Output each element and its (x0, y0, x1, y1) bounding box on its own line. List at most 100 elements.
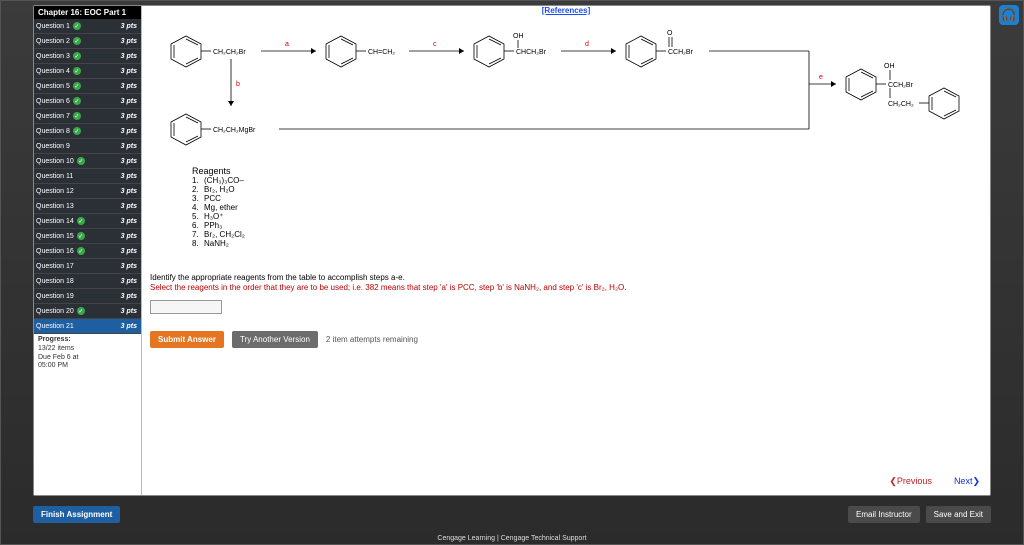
question-points: 3 pts (121, 323, 137, 330)
question-label: Question 7 (36, 113, 70, 120)
question-points: 3 pts (121, 98, 137, 105)
sidebar-item-question-19[interactable]: Question 19 3 pts (34, 289, 141, 304)
sidebar-item-question-12[interactable]: Question 123 pts (34, 184, 141, 199)
svg-text:OH: OH (884, 63, 895, 70)
question-label: Question 8 (36, 128, 70, 135)
question-points: 3 pts (121, 113, 137, 120)
question-label: Question 6 (36, 98, 70, 105)
question-points: 3 pts (121, 203, 137, 210)
question-points: 3 pts (121, 143, 137, 150)
svg-text:CH₂CH₂Br: CH₂CH₂Br (213, 49, 246, 56)
instruction-line1: Identify the appropriate reagents from t… (150, 273, 982, 283)
progress-title: Progress: (38, 336, 137, 345)
check-icon: ✓ (73, 37, 81, 45)
sidebar-item-question-9[interactable]: Question 93 pts (34, 139, 141, 154)
sidebar-item-question-16[interactable]: Question 16✓ 3 pts (34, 244, 141, 259)
sidebar-item-question-8[interactable]: Question 8✓ 3 pts (34, 124, 141, 139)
question-points: 3 pts (121, 83, 137, 90)
sidebar-item-question-15[interactable]: Question 15✓ 3 pts (34, 229, 141, 244)
sidebar-item-question-21[interactable]: Question 21 3 pts (34, 319, 141, 334)
reagent-item: PCC (192, 194, 245, 203)
reagent-item: (CH₃)₃CO– (192, 176, 245, 185)
svg-text:b: b (236, 81, 240, 88)
reagent-item: Mg, ether (192, 203, 245, 212)
question-main: [References] CH₂CH₂Br a (142, 6, 990, 495)
next-button[interactable]: Next❯ (954, 476, 980, 487)
submit-button[interactable]: Submit Answer (150, 331, 224, 348)
question-label: Question 15 (36, 233, 74, 240)
question-label: Question 18 (36, 278, 74, 285)
question-label: Question 12 (36, 188, 74, 195)
question-label: Question 3 (36, 53, 70, 60)
sidebar-item-question-20[interactable]: Question 20✓ 3 pts (34, 304, 141, 319)
question-label: Question 21 (36, 323, 74, 330)
progress-count: 13/22 items (38, 345, 137, 354)
previous-button[interactable]: ❮Previous (889, 476, 932, 487)
reagent-title: Reagents (192, 166, 245, 176)
check-icon: ✓ (73, 127, 81, 135)
sidebar-item-question-2[interactable]: Question 2✓3 pts (34, 34, 141, 49)
question-sidebar: Chapter 16: EOC Part 1 Question 1✓3 ptsQ… (34, 6, 142, 495)
question-points: 3 pts (121, 173, 137, 180)
sidebar-item-question-4[interactable]: Question 4✓3 pts (34, 64, 141, 79)
reaction-scheme: CH₂CH₂Br a CH=CH₂ c (150, 14, 982, 184)
question-points: 3 pts (121, 53, 137, 60)
assignment-panel: Chapter 16: EOC Part 1 Question 1✓3 ptsQ… (33, 5, 991, 496)
question-points: 3 pts (121, 23, 137, 30)
check-icon: ✓ (73, 52, 81, 60)
progress-due1: Due Feb 6 at (38, 354, 137, 363)
svg-text:CH₂CH₂MgBr: CH₂CH₂MgBr (213, 127, 256, 134)
question-points: 3 pts (121, 218, 137, 225)
finish-assignment-button[interactable]: Finish Assignment (33, 506, 120, 523)
question-label: Question 19 (36, 293, 74, 300)
reagent-item: PPh₃ (192, 221, 245, 230)
sidebar-item-question-5[interactable]: Question 5✓3 pts (34, 79, 141, 94)
question-points: 3 pts (121, 158, 137, 165)
svg-text:d: d (585, 41, 589, 48)
svg-text:CCH₂Br: CCH₂Br (668, 49, 694, 56)
save-exit-button[interactable]: Save and Exit (926, 506, 991, 523)
reagent-item: Br₂, CH₂Cl₂ (192, 230, 245, 239)
help-icon[interactable]: 🎧 (999, 5, 1019, 25)
reagent-item: NaNH₂ (192, 239, 245, 248)
sidebar-item-question-13[interactable]: Question 133 pts (34, 199, 141, 214)
sidebar-item-question-14[interactable]: Question 14✓3 pts (34, 214, 141, 229)
check-icon: ✓ (77, 232, 85, 240)
check-icon: ✓ (77, 247, 85, 255)
question-points: 3 pts (121, 293, 137, 300)
chapter-title: Chapter 16: EOC Part 1 (34, 6, 141, 19)
question-label: Question 16 (36, 248, 74, 255)
check-icon: ✓ (73, 67, 81, 75)
answer-input[interactable] (150, 300, 222, 314)
instructions: Identify the appropriate reagents from t… (150, 273, 982, 294)
check-icon: ✓ (77, 157, 85, 165)
question-points: 3 pts (121, 68, 137, 75)
sidebar-item-question-6[interactable]: Question 6✓3 pts (34, 94, 141, 109)
question-points: 3 pts (121, 128, 137, 135)
check-icon: ✓ (77, 307, 85, 315)
question-points: 3 pts (121, 233, 137, 240)
question-points: 3 pts (121, 308, 137, 315)
sidebar-item-question-1[interactable]: Question 1✓3 pts (34, 19, 141, 34)
svg-text:e: e (819, 74, 823, 81)
sidebar-item-question-10[interactable]: Question 10✓ 3 pts (34, 154, 141, 169)
instruction-line2: Select the reagents in the order that th… (150, 283, 982, 293)
sidebar-item-question-11[interactable]: Question 11 3 pts (34, 169, 141, 184)
sidebar-item-question-18[interactable]: Question 183 pts (34, 274, 141, 289)
question-label: Question 10 (36, 158, 74, 165)
svg-text:a: a (285, 41, 289, 48)
svg-text:c: c (433, 41, 437, 48)
sidebar-item-question-17[interactable]: Question 173 pts (34, 259, 141, 274)
sidebar-item-question-7[interactable]: Question 7✓3 pts (34, 109, 141, 124)
try-another-button[interactable]: Try Another Version (232, 331, 318, 348)
svg-text:O: O (667, 30, 673, 37)
question-points: 3 pts (121, 248, 137, 255)
check-icon: ✓ (73, 22, 81, 30)
progress-due2: 05:00 PM (38, 362, 137, 371)
question-label: Question 17 (36, 263, 74, 270)
sidebar-item-question-3[interactable]: Question 3✓ 3 pts (34, 49, 141, 64)
email-instructor-button[interactable]: Email Instructor (848, 506, 920, 523)
svg-text:OH: OH (513, 33, 524, 40)
question-label: Question 11 (36, 173, 73, 180)
question-label: Question 20 (36, 308, 74, 315)
